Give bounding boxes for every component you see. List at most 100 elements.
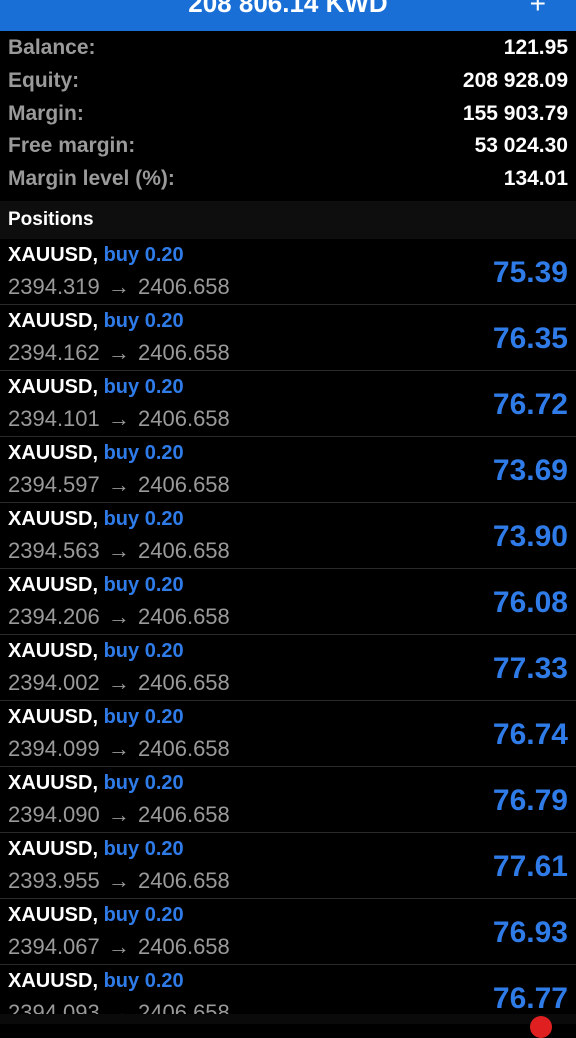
positions-list[interactable]: XAUUSD, buy 0.20 2394.319 → 2406.658 75.…	[0, 239, 576, 1014]
current-price: 2406.658	[138, 406, 230, 431]
notification-badge	[530, 1016, 552, 1038]
plus-icon[interactable]: +	[530, 0, 546, 20]
open-price: 2394.597	[8, 472, 100, 497]
current-price: 2406.658	[138, 934, 230, 959]
position-row[interactable]: XAUUSD, buy 0.20 2394.093 → 2406.658 76.…	[0, 965, 576, 1014]
current-price: 2406.658	[138, 472, 230, 497]
position-header: XAUUSD, buy 0.20	[8, 904, 184, 927]
account-header: 208 806.14 KWD +	[0, 0, 576, 31]
arrow-right-icon: →	[107, 1000, 130, 1014]
arrow-right-icon: →	[107, 736, 130, 761]
account-summary: Balance: 121.95 Equity: 208 928.09 Margi…	[0, 31, 576, 201]
open-price: 2394.162	[8, 340, 100, 365]
summary-row-equity: Equity: 208 928.09	[0, 64, 576, 96]
position-side: buy 0.20	[103, 970, 184, 992]
position-symbol: XAUUSD,	[8, 706, 99, 728]
position-header: XAUUSD, buy 0.20	[8, 508, 184, 531]
arrow-right-icon: →	[107, 274, 130, 299]
summary-value: 208 928.09	[462, 69, 568, 92]
position-profit: 76.77	[492, 982, 568, 1014]
position-side: buy 0.20	[103, 508, 184, 530]
position-header: XAUUSD, buy 0.20	[8, 376, 184, 399]
position-symbol: XAUUSD,	[8, 310, 99, 332]
summary-label: Equity:	[8, 69, 80, 92]
position-row[interactable]: XAUUSD, buy 0.20 2394.563 → 2406.658 73.…	[0, 503, 576, 569]
summary-label: Margin level (%):	[8, 167, 175, 190]
position-side: buy 0.20	[103, 376, 184, 398]
position-symbol: XAUUSD,	[8, 970, 99, 992]
header-title: 208 806.14 KWD	[188, 0, 388, 18]
position-prices: 2394.563 → 2406.658	[8, 538, 230, 564]
arrow-right-icon: →	[107, 604, 130, 629]
position-side: buy 0.20	[103, 706, 184, 728]
position-profit: 76.74	[492, 718, 568, 751]
arrow-right-icon: →	[107, 340, 130, 365]
summary-value: 134.01	[503, 167, 568, 190]
position-symbol: XAUUSD,	[8, 640, 99, 662]
position-prices: 2393.955 → 2406.658	[8, 868, 230, 894]
current-price: 2406.658	[138, 538, 230, 563]
position-prices: 2394.206 → 2406.658	[8, 604, 230, 630]
current-price: 2406.658	[138, 670, 230, 695]
position-symbol: XAUUSD,	[8, 442, 99, 464]
arrow-right-icon: →	[107, 934, 130, 959]
position-row[interactable]: XAUUSD, buy 0.20 2393.955 → 2406.658 77.…	[0, 833, 576, 899]
position-side: buy 0.20	[103, 574, 184, 596]
position-side: buy 0.20	[103, 244, 184, 266]
position-symbol: XAUUSD,	[8, 244, 99, 266]
current-price: 2406.658	[138, 868, 230, 893]
bottom-tab-bar	[0, 1014, 576, 1024]
arrow-right-icon: →	[107, 670, 130, 695]
summary-value: 121.95	[503, 36, 568, 59]
arrow-right-icon: →	[107, 802, 130, 827]
open-price: 2394.067	[8, 934, 100, 959]
position-row[interactable]: XAUUSD, buy 0.20 2394.099 → 2406.658 76.…	[0, 701, 576, 767]
position-row[interactable]: XAUUSD, buy 0.20 2394.597 → 2406.658 73.…	[0, 437, 576, 503]
current-price: 2406.658	[138, 802, 230, 827]
arrow-right-icon: →	[107, 472, 130, 497]
position-symbol: XAUUSD,	[8, 904, 99, 926]
position-profit: 76.08	[492, 586, 568, 619]
position-prices: 2394.162 → 2406.658	[8, 340, 230, 366]
position-prices: 2394.101 → 2406.658	[8, 406, 230, 432]
summary-row-margin: Margin: 155 903.79	[0, 97, 576, 129]
position-profit: 76.72	[492, 388, 568, 421]
current-price: 2406.658	[138, 340, 230, 365]
position-profit: 77.61	[492, 850, 568, 883]
position-row[interactable]: XAUUSD, buy 0.20 2394.090 → 2406.658 76.…	[0, 767, 576, 833]
position-side: buy 0.20	[103, 640, 184, 662]
position-symbol: XAUUSD,	[8, 574, 99, 596]
position-row[interactable]: XAUUSD, buy 0.20 2394.101 → 2406.658 76.…	[0, 371, 576, 437]
open-price: 2394.093	[8, 1000, 100, 1014]
position-profit: 76.93	[492, 916, 568, 949]
position-profit: 76.35	[492, 322, 568, 355]
position-row[interactable]: XAUUSD, buy 0.20 2394.162 → 2406.658 76.…	[0, 305, 576, 371]
open-price: 2394.002	[8, 670, 100, 695]
position-row[interactable]: XAUUSD, buy 0.20 2394.067 → 2406.658 76.…	[0, 899, 576, 965]
open-price: 2394.206	[8, 604, 100, 629]
positions-title: Positions	[8, 209, 94, 230]
position-symbol: XAUUSD,	[8, 838, 99, 860]
position-prices: 2394.090 → 2406.658	[8, 802, 230, 828]
current-price: 2406.658	[138, 736, 230, 761]
position-prices: 2394.099 → 2406.658	[8, 736, 230, 762]
current-price: 2406.658	[138, 1000, 230, 1014]
position-prices: 2394.093 → 2406.658	[8, 1000, 230, 1014]
position-prices: 2394.002 → 2406.658	[8, 670, 230, 696]
summary-row-balance: Balance: 121.95	[0, 31, 576, 63]
position-header: XAUUSD, buy 0.20	[8, 574, 184, 597]
position-header: XAUUSD, buy 0.20	[8, 838, 184, 861]
summary-row-margin-level: Margin level (%): 134.01	[0, 162, 576, 194]
positions-section-header: Positions	[0, 201, 576, 239]
current-price: 2406.658	[138, 274, 230, 299]
current-price: 2406.658	[138, 604, 230, 629]
summary-label: Balance:	[8, 36, 96, 59]
summary-label: Margin:	[8, 102, 84, 125]
position-row[interactable]: XAUUSD, buy 0.20 2394.206 → 2406.658 76.…	[0, 569, 576, 635]
position-row[interactable]: XAUUSD, buy 0.20 2394.002 → 2406.658 77.…	[0, 635, 576, 701]
position-row[interactable]: XAUUSD, buy 0.20 2394.319 → 2406.658 75.…	[0, 239, 576, 305]
arrow-right-icon: →	[107, 868, 130, 893]
position-profit: 77.33	[492, 652, 568, 685]
open-price: 2393.955	[8, 868, 100, 893]
summary-row-free-margin: Free margin: 53 024.30	[0, 129, 576, 161]
